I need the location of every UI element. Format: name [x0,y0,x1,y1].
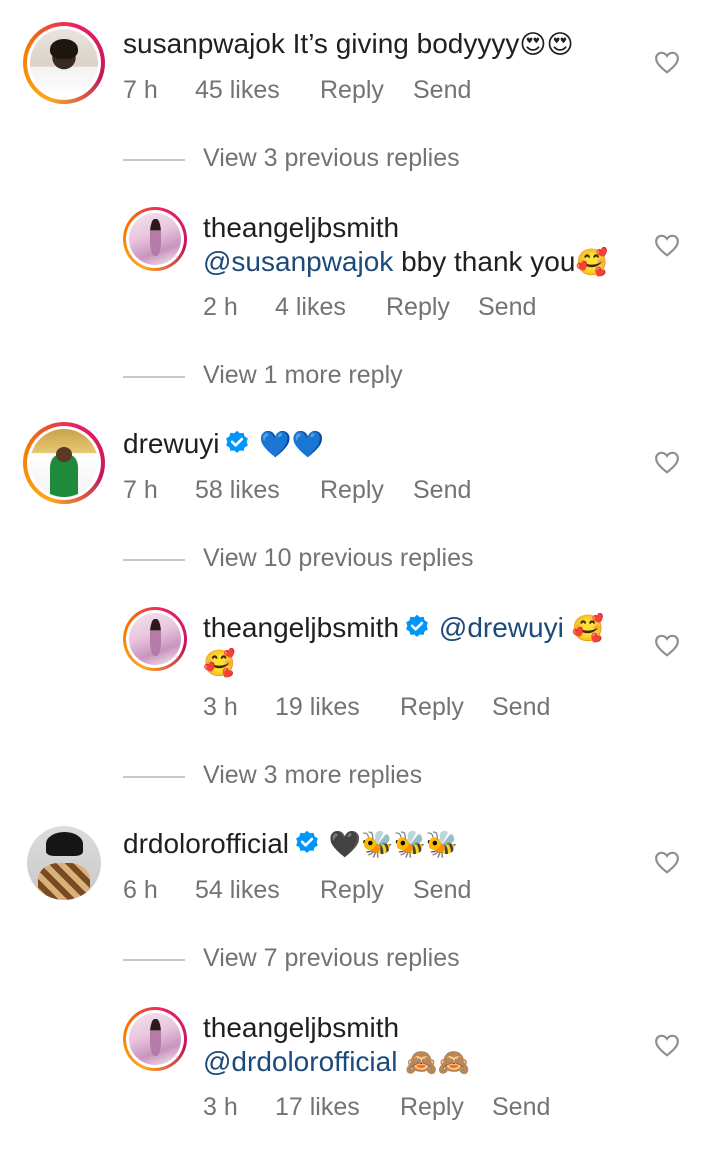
view-replies-button[interactable]: View 3 previous replies [123,144,623,174]
divider [123,159,185,161]
reply-button[interactable]: Reply [320,476,384,505]
avatar[interactable] [123,1007,187,1071]
comment-emoji: 🖤🐝🐝🐝 [328,830,459,860]
reply-button[interactable]: Reply [400,693,464,722]
comment-username[interactable]: theangeljbsmith [203,210,608,246]
comment-likes[interactable]: 19 likes [275,693,360,722]
comment-time: 3 h [203,693,238,721]
comment-likes[interactable]: 54 likes [195,876,280,905]
comment-emoji: 🥰 [571,614,604,644]
send-button[interactable]: Send [413,76,471,105]
comment-time: 7 h [123,76,158,104]
heart-outline-icon[interactable] [654,1033,680,1057]
view-replies-button[interactable]: View 10 previous replies [123,544,623,574]
verified-badge-icon [226,430,249,453]
send-button[interactable]: Send [413,476,471,505]
comment-emoji: 😍😍 [519,30,574,60]
mention-link[interactable]: @drewuyi [439,612,564,643]
divider [123,959,185,961]
send-button[interactable]: Send [492,1093,550,1122]
verified-badge-icon [296,830,318,853]
divider [123,559,185,561]
comment-likes[interactable]: 4 likes [275,293,346,322]
heart-outline-icon[interactable] [654,450,680,474]
avatar[interactable] [23,422,105,504]
avatar[interactable] [123,207,187,271]
mention-link[interactable]: @susanpwajok [203,246,393,277]
comment-text: bby thank you [401,246,576,277]
divider [123,776,185,778]
comment-emoji: 🥰 [575,248,608,278]
comment-emoji: 🥰 [203,649,236,679]
comment-likes[interactable]: 45 likes [195,76,280,105]
comment-username[interactable]: susanpwajok [123,28,285,59]
reply-button[interactable]: Reply [400,1093,464,1122]
reply-button[interactable]: Reply [320,876,384,905]
view-replies-button[interactable]: View 1 more reply [123,361,623,391]
comment-time: 7 h [123,476,158,504]
comment-time: 3 h [203,1093,238,1121]
avatar[interactable] [123,607,187,671]
send-button[interactable]: Send [492,693,550,722]
comment-username[interactable]: theangeljbsmith [203,612,399,643]
comment-username[interactable]: drdolorofficial [123,828,289,859]
comment-emoji: 💙💙 [259,430,325,460]
send-button[interactable]: Send [413,876,471,905]
comment-time: 6 h [123,876,158,904]
comment-emoji: 🙈🙈 [405,1048,470,1078]
avatar[interactable] [23,22,105,104]
heart-outline-icon[interactable] [654,50,680,74]
heart-outline-icon[interactable] [654,633,680,657]
comment-text: It’s giving bodyyyy [292,28,520,59]
send-button[interactable]: Send [478,293,536,322]
heart-outline-icon[interactable] [654,233,680,257]
avatar[interactable] [27,826,101,900]
verified-badge-icon [406,614,428,637]
mention-link[interactable]: @drdolorofficial [203,1046,397,1077]
divider [123,376,185,378]
heart-outline-icon[interactable] [654,850,680,874]
view-replies-button[interactable]: View 7 previous replies [123,944,623,974]
reply-button[interactable]: Reply [320,76,384,105]
comment-likes[interactable]: 58 likes [195,476,280,505]
reply-button[interactable]: Reply [386,293,450,322]
comment-username[interactable]: theangeljbsmith [203,1010,470,1046]
comment-username[interactable]: drewuyi [123,428,219,459]
view-replies-button[interactable]: View 3 more replies [123,761,623,791]
comment-likes[interactable]: 17 likes [275,1093,360,1122]
comment-time: 2 h [203,293,238,321]
